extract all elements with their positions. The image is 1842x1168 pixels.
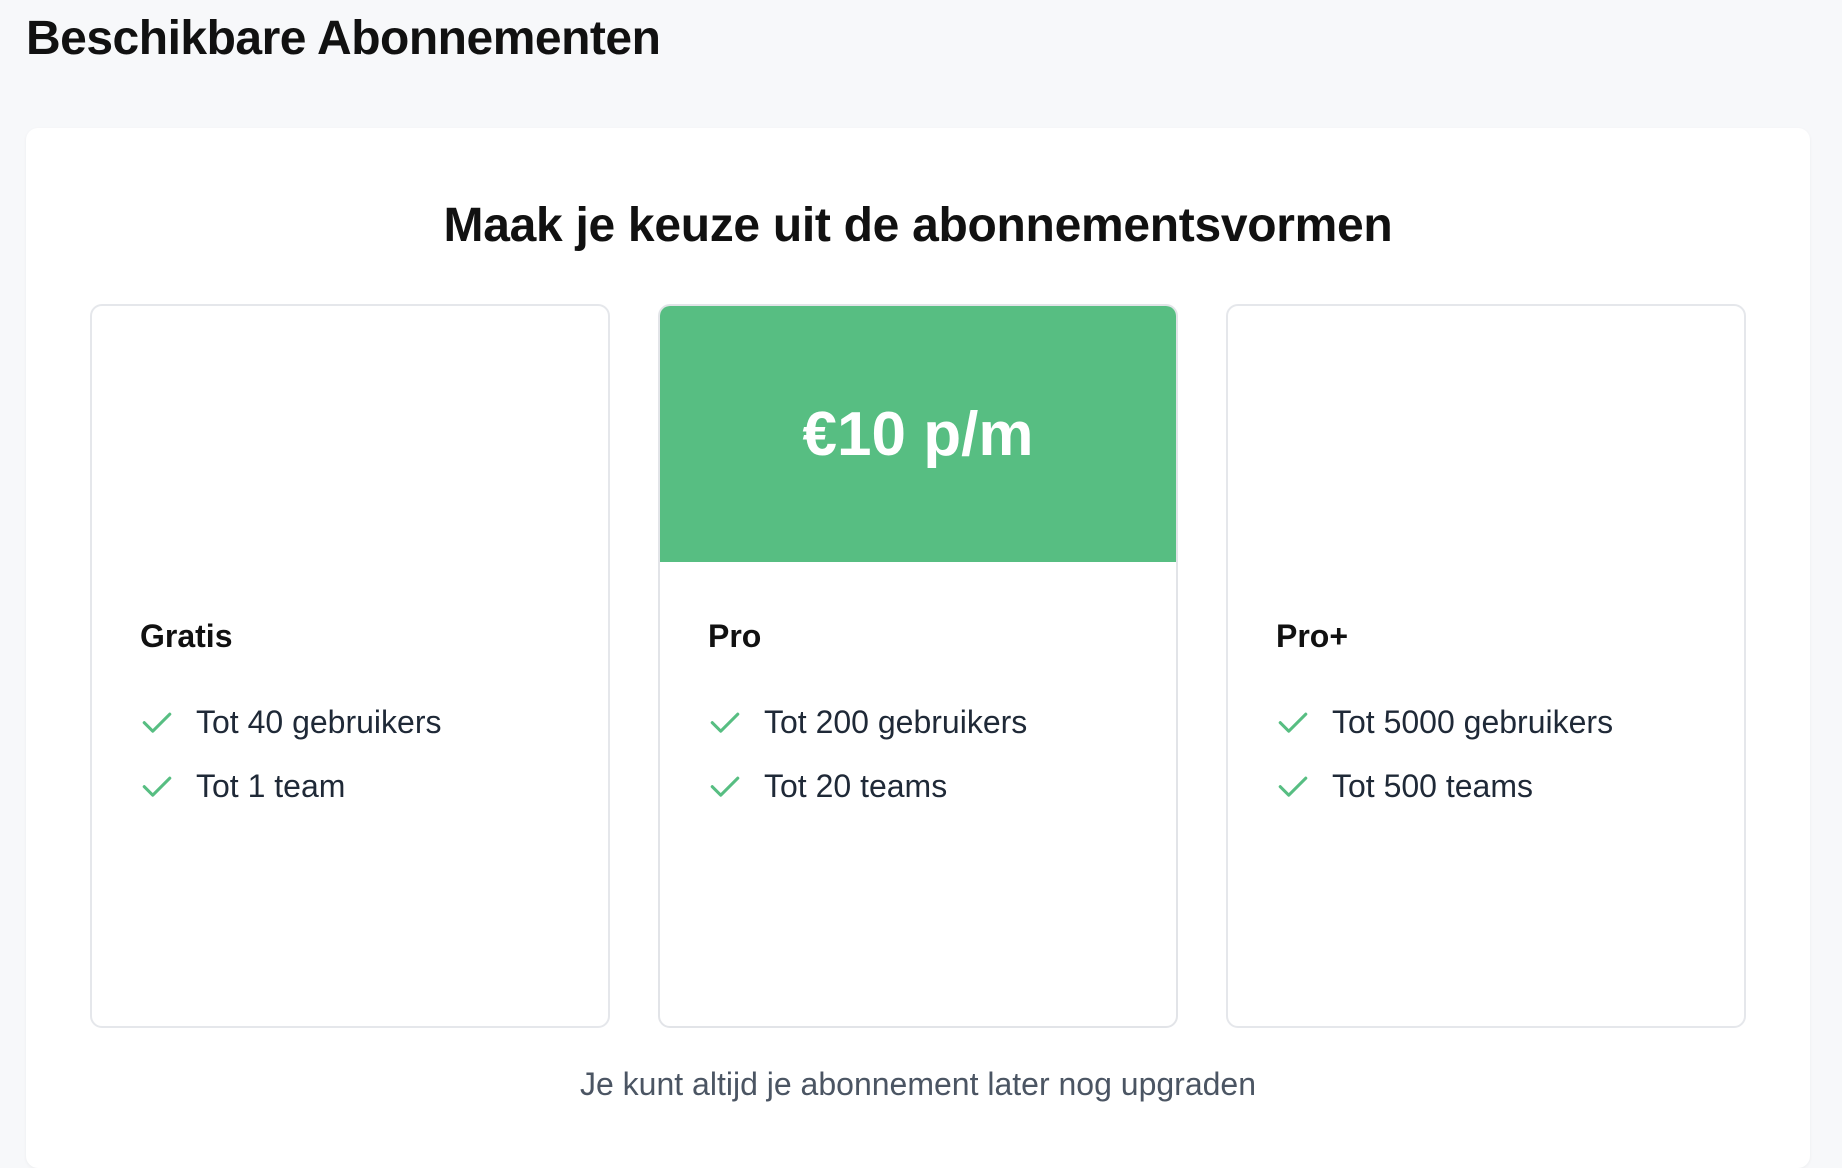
plan-card-gratis[interactable]: Gratis Tot 40 gebruikers Tot 1 team — [90, 304, 610, 1028]
feature-item: Tot 40 gebruikers — [140, 690, 441, 754]
check-icon — [142, 712, 172, 733]
panel-heading: Maak je keuze uit de abonnementsvormen — [443, 199, 1393, 252]
feature-item: Tot 20 teams — [708, 754, 1027, 818]
feature-list: Tot 200 gebruikers Tot 20 teams — [708, 690, 1027, 818]
feature-label: Tot 200 gebruikers — [764, 703, 1028, 740]
feature-label: Tot 40 gebruikers — [196, 703, 442, 740]
feature-label: Tot 1 team — [196, 767, 346, 804]
feature-list: Tot 40 gebruikers Tot 1 team — [140, 690, 441, 818]
plan-card-pro[interactable]: €10 p/m Pro Tot 200 gebruikers Tot 20 te… — [658, 304, 1178, 1028]
check-icon — [710, 712, 740, 733]
check-icon — [142, 776, 172, 797]
plan-list: Gratis Tot 40 gebruikers Tot 1 team €10 … — [90, 304, 1746, 1028]
feature-item: Tot 1 team — [140, 754, 441, 818]
plan-card-pro-plus[interactable]: Pro+ Tot 5000 gebruikers Tot 500 teams — [1226, 304, 1746, 1028]
plan-name: Pro — [708, 618, 762, 654]
upgrade-note: Je kunt altijd je abonnement later nog u… — [579, 1066, 1257, 1102]
feature-label: Tot 20 teams — [764, 767, 948, 804]
feature-list: Tot 5000 gebruikers Tot 500 teams — [1276, 690, 1613, 818]
check-icon — [710, 776, 740, 797]
plan-name: Pro+ — [1276, 618, 1349, 654]
feature-item: Tot 5000 gebruikers — [1276, 690, 1613, 754]
feature-item: Tot 200 gebruikers — [708, 690, 1027, 754]
page-title: Beschikbare Abonnementen — [26, 12, 661, 65]
feature-label: Tot 500 teams — [1332, 767, 1533, 804]
subscription-panel: Maak je keuze uit de abonnementsvormen G… — [26, 128, 1810, 1168]
feature-item: Tot 500 teams — [1276, 754, 1613, 818]
check-icon — [1278, 776, 1308, 797]
price-banner: €10 p/m — [660, 306, 1176, 562]
feature-label: Tot 5000 gebruikers — [1332, 703, 1614, 740]
plan-name: Gratis — [140, 618, 233, 654]
check-icon — [1278, 712, 1308, 733]
